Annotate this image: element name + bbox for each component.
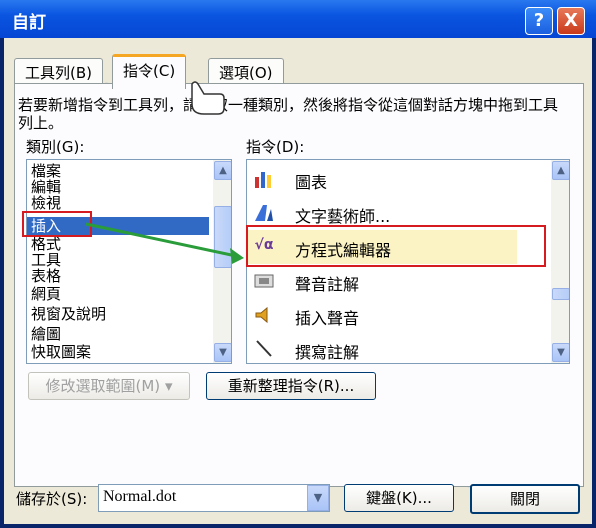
list-item[interactable]: 檢視 [31,196,61,211]
list-item[interactable]: 工具 [31,253,61,268]
hand-cursor-icon [191,81,225,115]
dialog-window: 自訂 ? X 凿 園 工具列(B) 指令(C) 選項(O) 若要新增指令到工具列… [0,0,596,528]
list-item[interactable]: 快取圖案 [31,345,91,360]
list-item[interactable]: 檔案 [31,164,61,179]
commands-label: 指令(D): [246,138,305,156]
scroll-down-arrow-icon[interactable]: ▼ [214,343,231,362]
insert-sound-icon [253,305,275,325]
close-window-button[interactable]: X [557,7,585,35]
command-label: 聲音註解 [295,275,360,294]
close-button[interactable]: 關閉 [470,484,580,514]
modify-selection-button[interactable]: 修改選取範圍(M) ▾ [28,372,190,400]
command-label: 圖表 [295,173,328,192]
scroll-up-arrow-icon[interactable]: ▲ [552,161,569,180]
commands-scrollbar[interactable]: ▲ ▼ [551,160,569,363]
dialog-body: 凿 園 工具列(B) 指令(C) 選項(O) 若要新增指令到工具列，請選取一種類… [4,38,592,524]
list-item[interactable]: 編輯 [31,180,61,195]
command-item[interactable]: 撰寫註解 [247,332,517,363]
window-title: 自訂 [12,13,46,33]
dropdown-arrow-icon: ▾ [164,377,173,395]
list-item[interactable]: 格式 [31,237,61,252]
tab-toolbars[interactable]: 工具列(B) [14,58,103,86]
help-button[interactable]: ? [525,7,553,35]
list-item[interactable]: 視窗及說明 [31,307,106,322]
keyboard-button[interactable]: 鍵盤(K)... [344,484,454,512]
command-label: 插入聲音 [295,309,360,328]
save-in-value: Normal.dot [103,488,177,505]
chart-icon [253,169,275,189]
title-bar[interactable]: 自訂 ? X [0,0,596,38]
command-item[interactable]: 圖表 [247,162,517,196]
command-label: 文字藝術師... [295,207,391,226]
command-item[interactable]: 聲音註解 [247,264,517,298]
command-item[interactable]: 插入聲音 [247,298,517,332]
scroll-thumb[interactable] [552,288,569,300]
list-item[interactable]: 網頁 [31,287,61,302]
instruction-text: 若要新增指令到工具列，請選取一種類別，然後將指令從這個對話方塊中拖到工具列上。 [18,96,559,132]
tab-commands[interactable]: 指令(C) [112,54,187,89]
button-label: 修改選取範圍(M) [45,377,161,395]
command-label: 撰寫註解 [295,343,360,362]
command-highlight-box [246,225,546,267]
save-in-label: 儲存於(S): [16,490,88,508]
wordart-icon [253,203,275,223]
category-highlight-box [22,211,92,237]
scroll-up-arrow-icon[interactable]: ▲ [214,161,231,180]
rearrange-commands-button[interactable]: 重新整理指令(R)... [206,372,376,400]
annotation-arrow-icon [85,222,244,264]
scroll-down-arrow-icon[interactable]: ▼ [552,343,569,362]
chevron-down-icon[interactable]: ▼ [307,485,329,511]
list-item[interactable]: 表格 [31,269,61,284]
list-item[interactable]: 繪圖 [31,327,61,342]
save-in-select[interactable]: Normal.dot ▼ [98,484,330,512]
sound-icon [253,271,275,291]
categories-label: 類別(G): [26,138,85,156]
pen-icon [253,339,275,359]
